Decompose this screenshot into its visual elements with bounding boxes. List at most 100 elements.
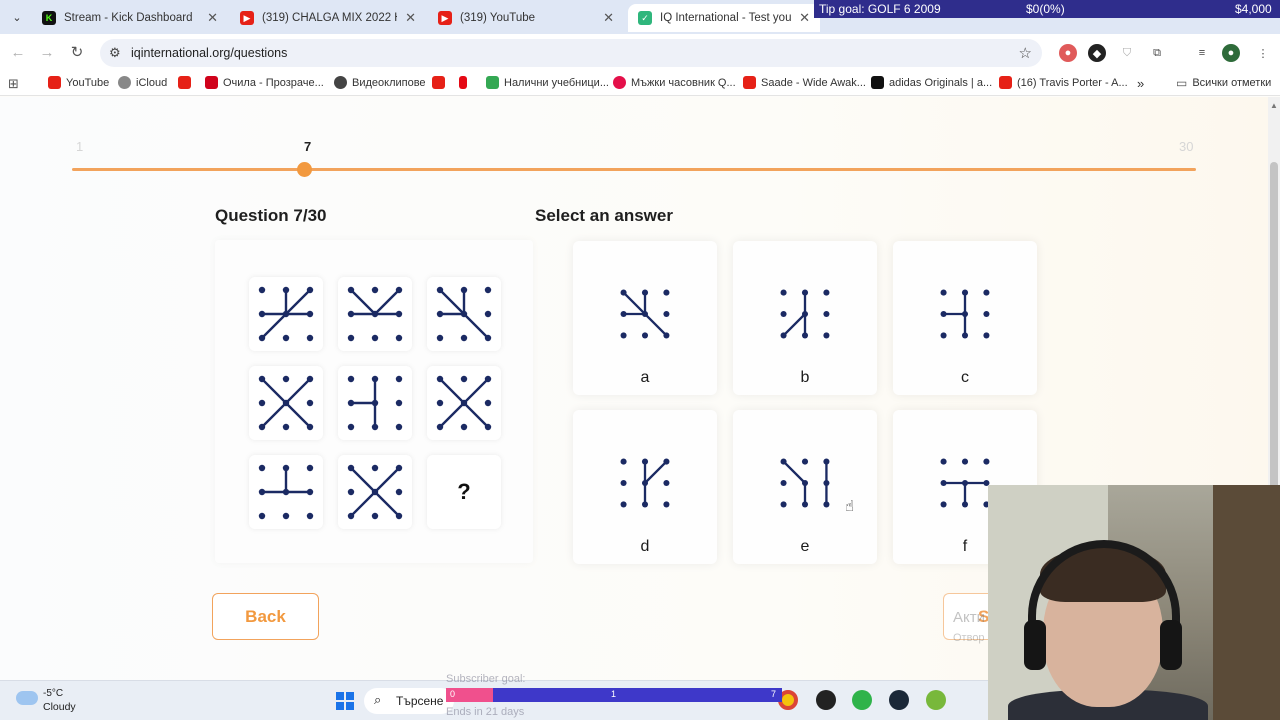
dot-pattern-icon bbox=[620, 458, 670, 508]
shop-icon bbox=[613, 76, 626, 89]
bookmark-saade[interactable]: Saade - Wide Awak... bbox=[743, 76, 866, 89]
close-icon[interactable]: ✕ bbox=[799, 10, 810, 26]
subscriber-goal-overlay: Subscriber goal: 0 1 7 Ends in 21 days bbox=[446, 670, 786, 720]
taskbar-search[interactable]: ⌕ Търсене bbox=[364, 688, 454, 714]
subscriber-goal-ends: Ends in 21 days bbox=[446, 706, 525, 718]
bookmark-glasses[interactable]: Очила - Прозраче... bbox=[205, 76, 324, 89]
bookmark-label: (16) Travis Porter - A... bbox=[1017, 76, 1128, 89]
close-icon[interactable]: ✕ bbox=[405, 10, 416, 26]
dot-pattern-icon bbox=[258, 464, 314, 520]
subscriber-target: 7 bbox=[771, 689, 777, 699]
brand-icon bbox=[205, 76, 218, 89]
tab-chalga-mix[interactable]: ▶ (319) CHALGA MIX 2022 HIT MI ✕ bbox=[230, 4, 426, 32]
tab-kick-dashboard[interactable]: K Stream - Kick Dashboard ✕ bbox=[32, 4, 228, 32]
dot-pattern-icon bbox=[780, 289, 830, 339]
answer-option-b[interactable]: b bbox=[733, 241, 877, 395]
youtube-icon bbox=[48, 76, 61, 89]
bookmark-youtube[interactable]: YouTube bbox=[48, 76, 109, 89]
steam-icon[interactable] bbox=[889, 690, 909, 710]
answer-letter: b bbox=[800, 369, 810, 386]
apple-icon bbox=[118, 76, 131, 89]
dot-pattern-icon bbox=[436, 286, 492, 342]
matrix-cell-7 bbox=[249, 455, 323, 529]
answer-heading: Select an answer bbox=[535, 206, 673, 225]
browser-toolbar: ← → ↻ ⚙ iqinternational.org/questions ☆ … bbox=[0, 34, 1280, 72]
bookmark-icloud[interactable]: iCloud bbox=[118, 76, 167, 89]
stream-app-icon[interactable] bbox=[852, 690, 872, 710]
bookmark-watch[interactable]: Мъжки часовник Q... bbox=[613, 76, 736, 89]
youtube-icon bbox=[432, 76, 445, 89]
avatar[interactable]: ● bbox=[1222, 44, 1240, 62]
tab-search-button[interactable]: ⌄ bbox=[6, 6, 28, 28]
all-bookmarks[interactable]: ▭ Всички отметки bbox=[1176, 76, 1271, 90]
answer-letter: a bbox=[640, 369, 650, 386]
weather-temperature: -5°C bbox=[43, 688, 64, 699]
matrix-cell-missing: ? bbox=[427, 455, 501, 529]
progress-start-label: 1 bbox=[76, 139, 84, 154]
tab-iq-international[interactable]: ✓ IQ International - Test your Inte ✕ bbox=[628, 4, 820, 32]
apps-grid-icon[interactable]: ⊞ bbox=[8, 76, 19, 92]
mouse-pointer-icon: ☝ bbox=[845, 498, 855, 515]
tab-title: (319) CHALGA MIX 2022 HIT MI bbox=[262, 12, 397, 24]
tip-goal-label: Tip goal: GOLF 6 2009 bbox=[819, 2, 941, 16]
bookmark-label: Видеоклипове bbox=[352, 76, 426, 89]
bookmark-videoclips[interactable]: Видеоклипове bbox=[334, 76, 426, 89]
tab-title: (319) YouTube bbox=[460, 12, 536, 24]
tip-goal-progress: $0(0%) bbox=[1026, 2, 1065, 16]
shield-icon[interactable]: ⛉ bbox=[1118, 44, 1136, 62]
back-button[interactable]: Back bbox=[212, 593, 319, 640]
matrix-cell-5 bbox=[338, 366, 412, 440]
reload-icon[interactable]: ↻ bbox=[67, 43, 87, 63]
answer-option-a[interactable]: a bbox=[573, 241, 717, 395]
youtube-icon bbox=[999, 76, 1012, 89]
bookmark-youtube-3[interactable] bbox=[432, 76, 450, 89]
bookmark-label: YouTube bbox=[66, 76, 110, 89]
matrix-cell-4 bbox=[249, 366, 323, 440]
site-info-icon[interactable]: ⚙ bbox=[109, 45, 121, 61]
dot-pattern-icon bbox=[940, 458, 990, 508]
tab-youtube[interactable]: ▶ (319) YouTube ✕ bbox=[428, 4, 624, 32]
obs-icon[interactable] bbox=[816, 690, 836, 710]
youtube-icon bbox=[743, 76, 756, 89]
extension-icon[interactable]: ● bbox=[1059, 44, 1077, 62]
dot-pattern-icon bbox=[258, 375, 314, 431]
bookmark-travis-porter[interactable]: (16) Travis Porter - A... bbox=[999, 76, 1128, 89]
close-icon[interactable]: ✕ bbox=[207, 10, 218, 26]
subscriber-goal-label: Subscriber goal: bbox=[446, 673, 526, 685]
youtube-icon: ▶ bbox=[438, 11, 452, 25]
dot-pattern-icon bbox=[780, 458, 830, 508]
globe-icon bbox=[334, 76, 347, 89]
progress-current-label: 7 bbox=[304, 139, 312, 154]
utorrent-icon[interactable] bbox=[926, 690, 946, 710]
answer-option-c[interactable]: c bbox=[893, 241, 1037, 395]
bookmark-textbooks[interactable]: Налични учебници... bbox=[486, 76, 609, 89]
answer-option-d[interactable]: d bbox=[573, 410, 717, 564]
bookmark-star-icon[interactable]: ☆ bbox=[1019, 44, 1032, 62]
more-menu-icon[interactable]: ⋮ bbox=[1254, 44, 1272, 62]
address-bar[interactable]: ⚙ iqinternational.org/questions ☆ bbox=[100, 39, 1042, 67]
dot-pattern-icon bbox=[620, 289, 670, 339]
media-control-icon[interactable]: ≡ bbox=[1193, 44, 1211, 62]
windows-start-icon[interactable] bbox=[336, 692, 354, 710]
dot-pattern-icon bbox=[347, 375, 403, 431]
forward-arrow-icon[interactable]: → bbox=[37, 43, 57, 63]
progress-track bbox=[72, 168, 1196, 171]
search-placeholder: Търсене bbox=[396, 694, 444, 708]
url-text[interactable]: iqinternational.org/questions bbox=[131, 46, 287, 60]
matrix-cell-6 bbox=[427, 366, 501, 440]
webcam-feed bbox=[988, 485, 1280, 720]
extension-cat-icon[interactable]: ◆ bbox=[1088, 44, 1106, 62]
more-bookmarks-icon[interactable]: » bbox=[1137, 76, 1144, 91]
bookmark-netflix[interactable] bbox=[459, 76, 472, 89]
answer-option-e[interactable]: e bbox=[733, 410, 877, 564]
weather-condition: Cloudy bbox=[43, 701, 76, 713]
matrix-cell-3 bbox=[427, 277, 501, 351]
puzzle-icon[interactable]: ⧉ bbox=[1148, 44, 1166, 62]
bookmark-youtube-2[interactable] bbox=[178, 76, 196, 89]
search-icon: ⌕ bbox=[374, 692, 382, 707]
bookmark-adidas[interactable]: adidas Originals | a... bbox=[871, 76, 992, 89]
scroll-up-icon[interactable]: ▲ bbox=[1270, 101, 1278, 110]
close-icon[interactable]: ✕ bbox=[603, 10, 614, 26]
dot-pattern-icon bbox=[347, 286, 403, 342]
back-arrow-icon[interactable]: ← bbox=[8, 43, 28, 63]
